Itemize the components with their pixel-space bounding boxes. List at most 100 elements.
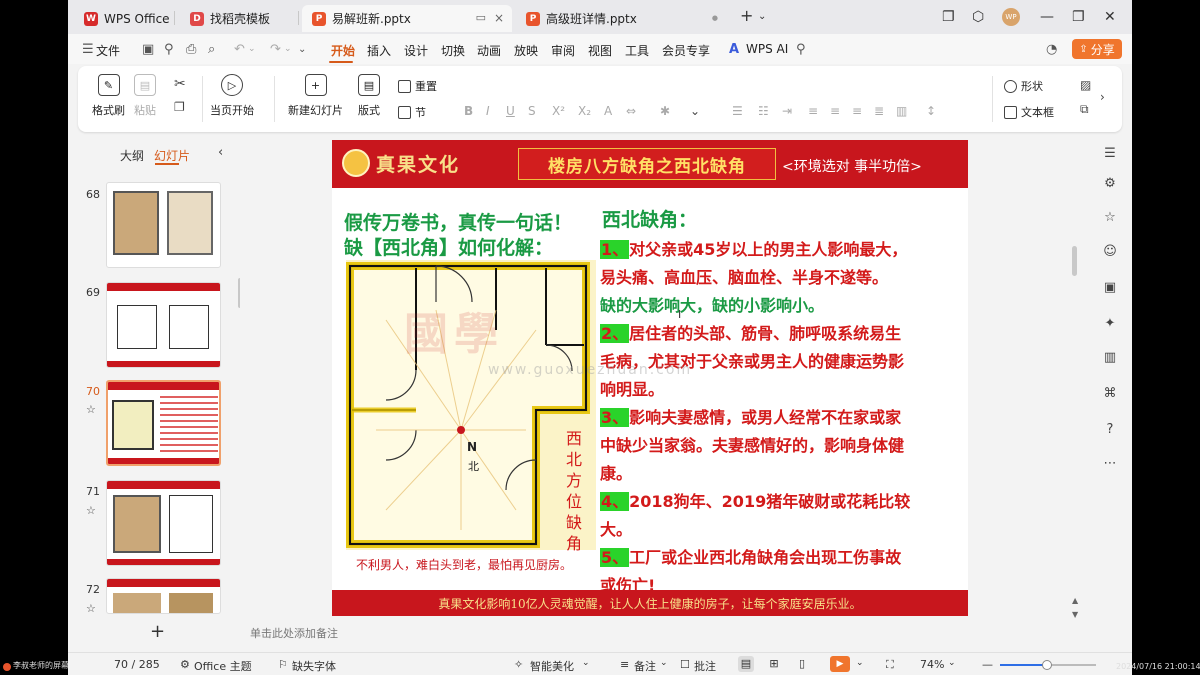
menu-tools[interactable]: 工具 xyxy=(625,42,649,59)
cube-icon[interactable]: ⬡ xyxy=(972,9,984,25)
bold-icon[interactable]: B xyxy=(464,104,473,118)
chevron-down-icon[interactable]: ⌄ xyxy=(660,658,668,668)
paste-button[interactable]: ▤ 粘贴 xyxy=(134,74,156,118)
layout-button[interactable]: ▤ 版式 xyxy=(358,74,380,118)
ribbon-expand-icon[interactable]: › xyxy=(1100,90,1105,104)
zoom-slider[interactable] xyxy=(1000,660,1096,670)
menu-review[interactable]: 审阅 xyxy=(551,42,575,59)
share-button[interactable]: ⇪ 分享 xyxy=(1072,39,1122,59)
strikethrough-icon[interactable]: S xyxy=(528,104,536,118)
zoom-slider-knob[interactable] xyxy=(1042,660,1053,670)
scissors-icon[interactable]: ✂ xyxy=(174,76,186,92)
align-center-icon[interactable]: ≡ xyxy=(830,104,840,118)
zoom-level[interactable]: 74% xyxy=(920,658,944,671)
tab-wps-office[interactable]: W WPS Office xyxy=(74,5,175,32)
tab-yijie-pptx[interactable]: P 易解班新.pptx ▭ × xyxy=(302,5,512,32)
theme-label[interactable]: Office 主题 xyxy=(194,658,252,674)
slide-thumbnail[interactable] xyxy=(106,480,221,566)
menu-insert[interactable]: 插入 xyxy=(367,42,391,59)
hamburger-icon[interactable]: ☰ xyxy=(82,42,94,57)
slide-sorter-icon[interactable]: ⊞ xyxy=(766,656,782,672)
adjust-icon[interactable]: ⚙ xyxy=(1102,176,1118,192)
print-icon[interactable]: ⎙ xyxy=(186,42,196,57)
numbering-icon[interactable]: ☷ xyxy=(758,104,769,118)
menu-member[interactable]: 会员专享 xyxy=(662,42,710,59)
justify-icon[interactable]: ≣ xyxy=(874,104,884,118)
magic-wand-icon[interactable]: ✦ xyxy=(1102,316,1118,332)
menu-transition[interactable]: 切换 xyxy=(441,42,465,59)
line-spacing-icon[interactable]: ↕ xyxy=(926,104,936,118)
bullets-icon[interactable]: ☰ xyxy=(732,104,743,118)
help-icon[interactable]: ? xyxy=(1102,422,1118,438)
menu-slideshow[interactable]: 放映 xyxy=(514,42,538,59)
menu-file[interactable]: 文件 xyxy=(96,42,120,59)
add-slide-button[interactable]: + xyxy=(150,621,165,642)
user-icon[interactable]: ☺ xyxy=(1102,244,1118,260)
tab-advanced-class-pptx[interactable]: P 高级班详情.pptx ● xyxy=(516,5,726,32)
zoom-out-icon[interactable]: — xyxy=(982,658,993,671)
superscript-icon[interactable]: X² xyxy=(552,104,565,118)
slide[interactable]: 真果文化 楼房八方缺角之西北缺角 <环境选对 事半功倍> 假传万卷书，真传一句话… xyxy=(332,140,968,616)
textbox-button[interactable]: 文本框 xyxy=(1004,104,1054,120)
underline-icon[interactable]: U xyxy=(506,104,515,118)
page-indicator[interactable]: 70 / 285 xyxy=(114,658,160,671)
chevron-down-icon[interactable]: ⌄ xyxy=(758,11,766,22)
distributed-icon[interactable]: ▥ xyxy=(896,104,907,118)
indent-icon[interactable]: ⇥ xyxy=(782,104,792,118)
collapse-panel-icon[interactable]: ‹ xyxy=(218,145,223,160)
menu-design[interactable]: 设计 xyxy=(404,42,428,59)
missing-font-label[interactable]: 缺失字体 xyxy=(292,658,336,674)
monitor-icon[interactable]: ▭ xyxy=(476,11,486,24)
scroll-up-icon[interactable]: ▲ xyxy=(1072,596,1078,605)
maximize-icon[interactable]: ❐ xyxy=(1072,9,1085,25)
char-spacing-icon[interactable]: ⇔ xyxy=(626,104,636,118)
slideshow-button[interactable]: ▶ xyxy=(830,656,850,672)
star-icon[interactable]: ☆ xyxy=(86,602,96,615)
chevron-down-icon[interactable]: ⌄ xyxy=(582,658,590,668)
normal-view-icon[interactable]: ▤ xyxy=(738,656,754,672)
new-tab-button[interactable]: + xyxy=(740,6,753,25)
italic-icon[interactable]: I xyxy=(486,104,490,118)
task-pane-icon[interactable]: ☰ xyxy=(1102,146,1118,162)
tab-docer-templates[interactable]: D 找稻壳模板 xyxy=(180,5,299,32)
more-format-icon[interactable]: ⌄ xyxy=(690,104,700,118)
chevron-down-icon[interactable]: ⌄ xyxy=(948,658,956,668)
puzzle-icon[interactable]: ⌘ xyxy=(1102,386,1118,402)
chevron-down-icon[interactable]: ⌄ xyxy=(856,658,864,668)
tab-slides[interactable]: 幻灯片 xyxy=(154,147,190,164)
restore-screen-icon[interactable]: ❐ xyxy=(942,9,955,25)
save-icon[interactable]: ▣ xyxy=(142,42,154,57)
link-icon[interactable]: ⚲ xyxy=(164,42,174,57)
redo-icon[interactable]: ↷ xyxy=(270,42,281,57)
smart-beautify-label[interactable]: 智能美化 xyxy=(530,658,574,674)
avatar[interactable]: WP xyxy=(1002,8,1020,26)
notes-label[interactable]: 备注 xyxy=(634,658,656,674)
align-left-icon[interactable]: ≡ xyxy=(808,104,818,118)
star-icon[interactable]: ☆ xyxy=(1102,210,1118,226)
slide-thumbnail[interactable] xyxy=(106,282,221,368)
section-button[interactable]: 节 xyxy=(398,104,426,120)
menu-wps-ai[interactable]: WPS AI xyxy=(746,42,788,56)
undo-icon[interactable]: ↶ xyxy=(234,42,245,57)
wps-ai-icon[interactable]: A xyxy=(729,42,739,57)
slide-thumbnail[interactable] xyxy=(106,578,221,614)
menu-animation[interactable]: 动画 xyxy=(477,42,501,59)
tab-outline[interactable]: 大纲 xyxy=(120,147,144,164)
chevron-down-icon[interactable]: ⌄ xyxy=(284,44,292,54)
unsaved-dot-icon[interactable]: ● xyxy=(712,14,718,22)
more-icon[interactable]: ⋯ xyxy=(1102,456,1118,472)
document-icon[interactable]: ▥ xyxy=(1102,350,1118,366)
picture-icon[interactable]: ▨ xyxy=(1080,78,1091,92)
fit-screen-icon[interactable]: ⛶ xyxy=(886,658,894,672)
menu-view[interactable]: 视图 xyxy=(588,42,612,59)
format-painter-button[interactable]: ✎ 格式刷 xyxy=(92,74,125,118)
scroll-down-icon[interactable]: ▼ xyxy=(1072,610,1078,619)
minimize-icon[interactable]: — xyxy=(1040,9,1054,25)
text-effects-icon[interactable]: ✱ xyxy=(660,104,670,118)
print-preview-icon[interactable]: ⌕ xyxy=(208,42,215,57)
chevron-down-icon[interactable]: ⌄ xyxy=(248,44,256,54)
slide-thumbnail-active[interactable] xyxy=(106,380,221,466)
close-tab-icon[interactable]: × xyxy=(494,11,504,25)
shapes-button[interactable]: 形状 xyxy=(1004,78,1043,94)
star-icon[interactable]: ☆ xyxy=(86,403,96,416)
